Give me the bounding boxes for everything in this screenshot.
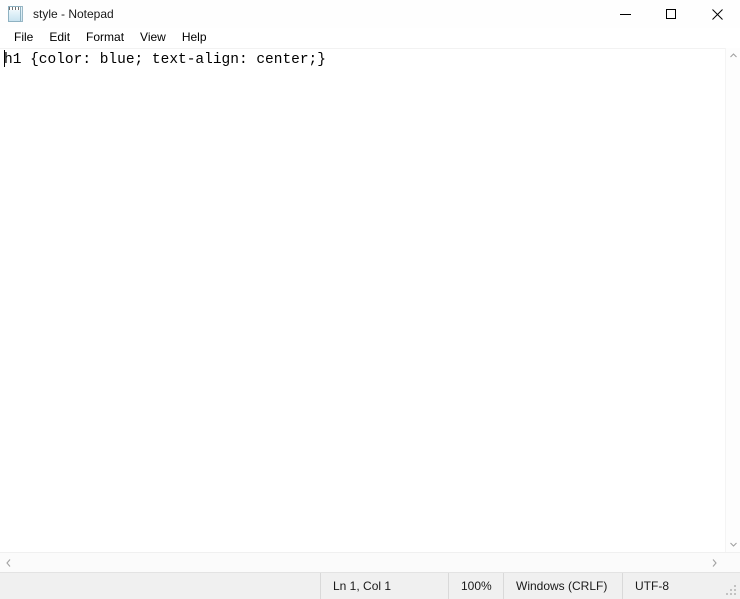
text-editor[interactable]: h1 {color: blue; text-align: center;} (0, 49, 725, 552)
resize-grip[interactable] (726, 585, 738, 597)
editor-area: h1 {color: blue; text-align: center;} (0, 48, 740, 552)
horizontal-scrollbar[interactable] (0, 552, 740, 572)
close-button[interactable] (694, 0, 740, 28)
window-controls (602, 0, 740, 28)
notepad-window: style - Notepad File Edit Format View He… (0, 0, 740, 599)
maximize-icon (666, 9, 676, 19)
menu-item-format[interactable]: Format (78, 29, 132, 47)
menu-item-edit[interactable]: Edit (41, 29, 78, 47)
status-bar: Ln 1, Col 1 100% Windows (CRLF) UTF-8 (0, 572, 740, 599)
title-bar[interactable]: style - Notepad (0, 0, 740, 28)
maximize-button[interactable] (648, 0, 694, 28)
status-zoom-level[interactable]: 100% (448, 572, 503, 599)
menu-item-file[interactable]: File (6, 29, 41, 47)
window-title: style - Notepad (33, 7, 114, 21)
chevron-left-icon[interactable] (0, 553, 17, 572)
text-caret (4, 50, 5, 67)
chevron-right-icon[interactable] (706, 553, 723, 572)
chevron-down-icon[interactable] (726, 537, 740, 552)
status-bar-spacer (0, 573, 320, 599)
status-line-ending[interactable]: Windows (CRLF) (503, 572, 622, 599)
menu-item-help[interactable]: Help (174, 29, 215, 47)
notepad-icon (8, 5, 24, 23)
chevron-up-icon[interactable] (726, 48, 740, 63)
status-encoding[interactable]: UTF-8 (622, 572, 740, 599)
scrollbar-corner (723, 553, 740, 572)
close-icon (711, 8, 723, 20)
vertical-scrollbar[interactable] (725, 48, 740, 552)
editor-text-line: h1 {color: blue; text-align: center;} (4, 52, 326, 68)
status-cursor-position: Ln 1, Col 1 (320, 572, 448, 599)
menu-item-view[interactable]: View (132, 29, 174, 47)
minimize-icon (619, 13, 631, 15)
menu-bar: File Edit Format View Help (0, 28, 740, 47)
minimize-button[interactable] (602, 0, 648, 28)
title-bar-left: style - Notepad (0, 0, 114, 28)
